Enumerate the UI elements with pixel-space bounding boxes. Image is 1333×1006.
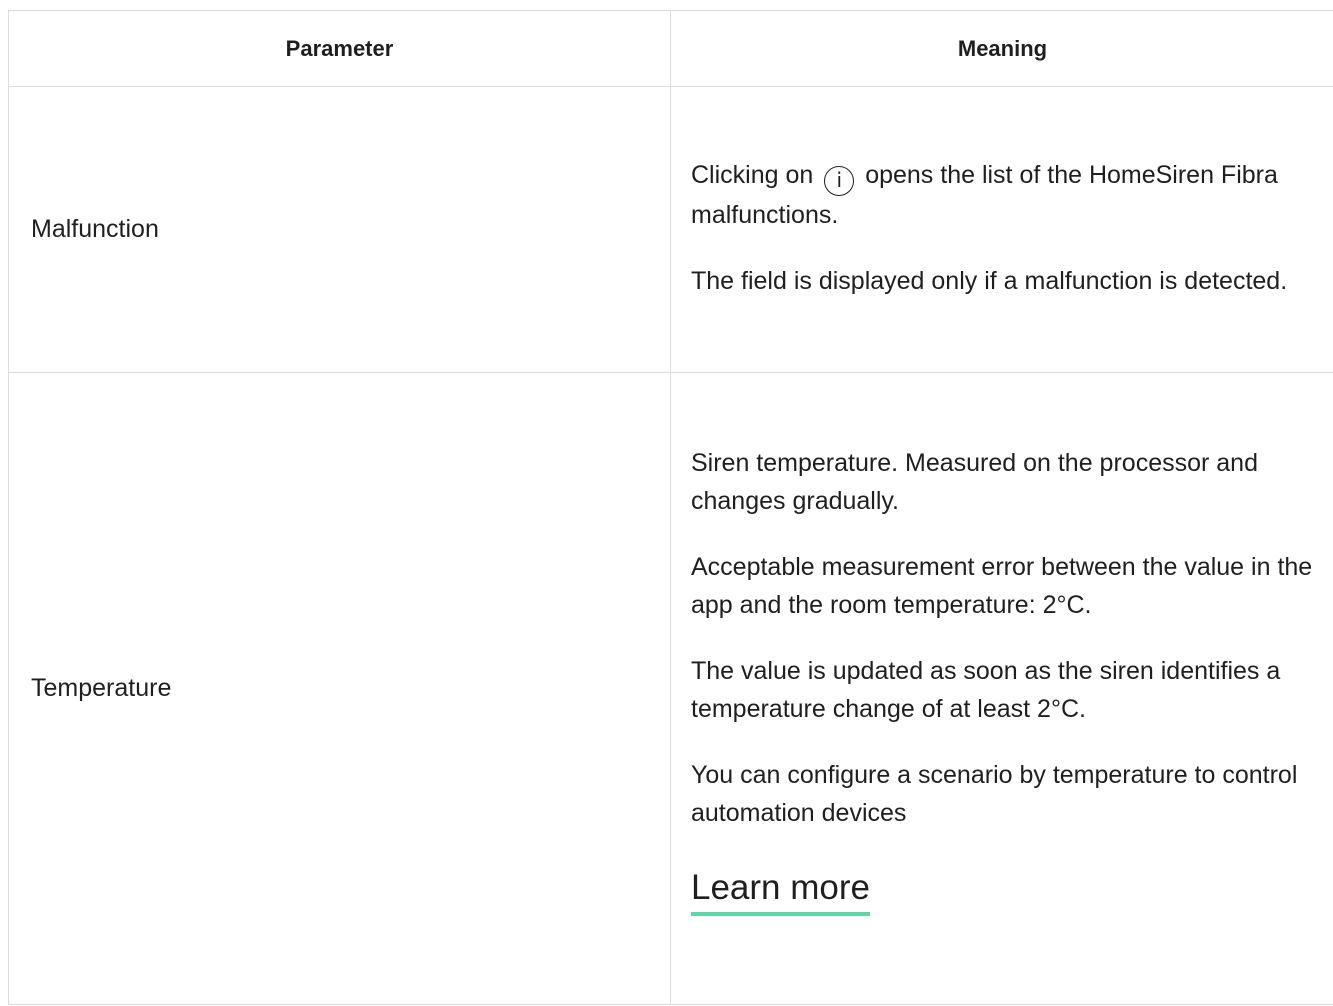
parameter-cell: Temperature [8, 372, 671, 1005]
table-header-row: Parameter Meaning [8, 10, 1333, 87]
meaning-cell: Siren temperature. Measured on the proce… [670, 372, 1333, 1005]
table-row: Temperature Siren temperature. Measured … [8, 372, 1333, 1005]
meaning-paragraph: Acceptable measurement error between the… [691, 552, 1313, 619]
learn-more-link[interactable]: Learn more [691, 866, 870, 916]
parameter-cell: Malfunction [8, 86, 671, 373]
meaning-paragraph: The field is displayed only if a malfunc… [691, 266, 1288, 295]
meaning-paragraph: You can configure a scenario by temperat… [691, 760, 1298, 827]
header-parameter: Parameter [8, 10, 671, 87]
meaning-text-before-icon: Clicking on [691, 160, 814, 189]
info-icon[interactable]: i [824, 165, 855, 196]
meaning-paragraph: Clicking on i opens the list of the Home… [691, 156, 1314, 234]
meaning-cell: Clicking on i opens the list of the Home… [670, 86, 1333, 373]
parameters-table: Parameter Meaning Malfunction Clicking o… [8, 10, 1333, 1005]
meaning-paragraph: The value is updated as soon as the sire… [691, 656, 1281, 723]
table-row: Malfunction Clicking on i opens the list… [8, 86, 1333, 373]
meaning-paragraph: Siren temperature. Measured on the proce… [691, 448, 1258, 515]
header-meaning: Meaning [670, 10, 1333, 87]
